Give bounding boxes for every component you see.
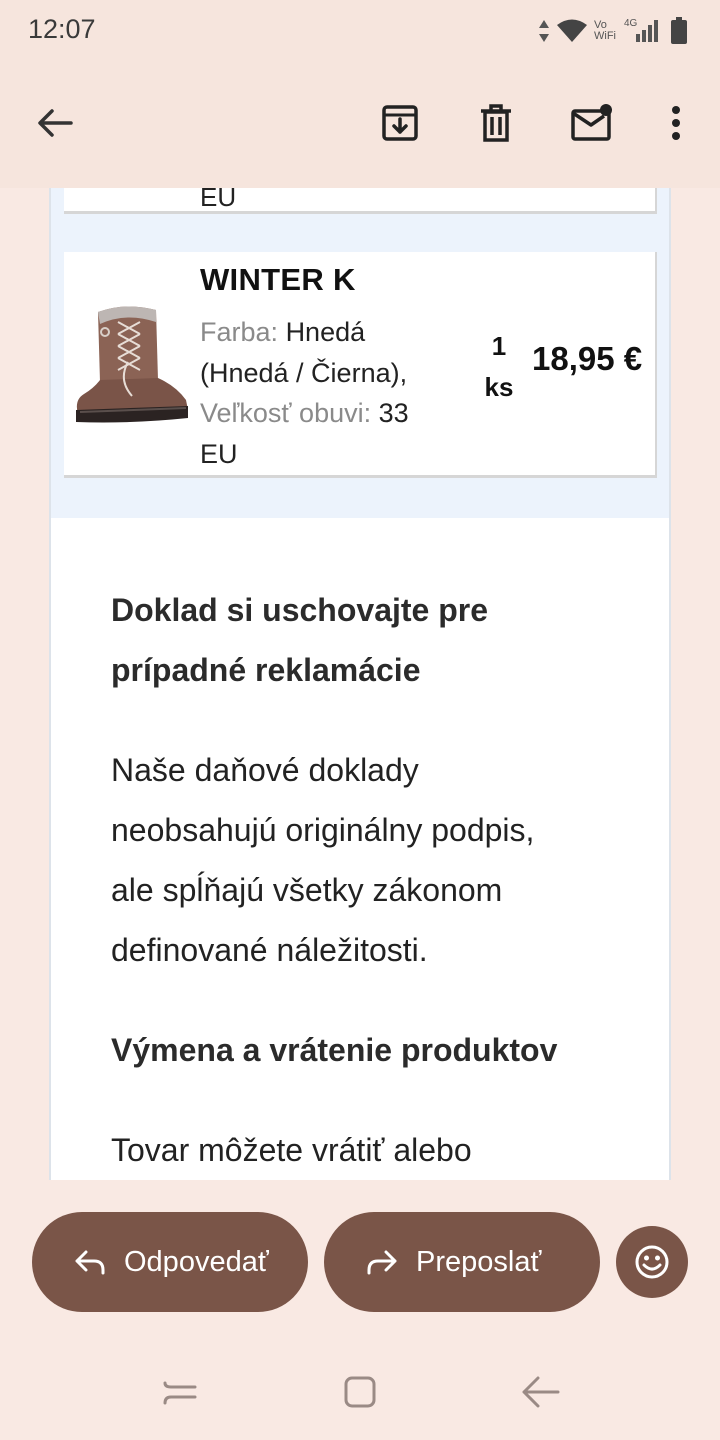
home-button[interactable] bbox=[338, 1370, 382, 1414]
vowifi-bottom-label: WiFi bbox=[594, 30, 616, 42]
emoji-reaction-icon bbox=[635, 1245, 669, 1279]
delete-button[interactable] bbox=[468, 95, 524, 151]
status-icons: Vo WiFi 4G bbox=[538, 14, 688, 48]
more-options-button[interactable] bbox=[648, 95, 704, 151]
product-attributes: Farba: Hnedá (Hnedá / Čierna), Veľkosť o… bbox=[200, 312, 450, 474]
forward-icon bbox=[367, 1250, 397, 1275]
keep-receipt-heading: Doklad si uschovajte pre prípadné reklam… bbox=[111, 592, 489, 688]
status-time: 12:07 bbox=[28, 14, 96, 44]
mark-unread-icon bbox=[571, 104, 612, 141]
product-price: 18,95 € bbox=[532, 340, 643, 377]
recent-apps-button[interactable] bbox=[158, 1370, 202, 1414]
email-body: EU WINTER K Farba: Hnedá (Hnedá / Čierna bbox=[49, 188, 671, 1180]
archive-button[interactable] bbox=[372, 95, 428, 151]
emoji-reaction-button[interactable] bbox=[616, 1226, 688, 1298]
forward-button[interactable]: Preposlať bbox=[324, 1212, 600, 1312]
4g-signal-icon: 4G bbox=[624, 18, 658, 44]
order-items-section: EU WINTER K Farba: Hnedá (Hnedá / Čierna bbox=[51, 188, 669, 518]
product-quantity: 1 ks bbox=[479, 326, 519, 408]
exchange-text: Tovar môžete vrátiť alebo bbox=[111, 1132, 472, 1168]
system-back-button[interactable] bbox=[518, 1370, 562, 1414]
mark-unread-button[interactable] bbox=[564, 95, 620, 151]
forward-label: Preposlať bbox=[416, 1245, 542, 1278]
recent-apps-icon bbox=[163, 1381, 197, 1405]
status-bar: 12:07 Vo WiFi 4G bbox=[0, 0, 720, 62]
previous-order-item: EU bbox=[64, 188, 657, 214]
more-vert-icon bbox=[672, 106, 680, 140]
shoe-size-label: Veľkosť obuvi: bbox=[200, 398, 372, 428]
wifi-icon bbox=[557, 19, 587, 42]
previous-item-size-tail: EU bbox=[200, 188, 237, 212]
product-image-boot bbox=[76, 306, 188, 423]
email-content-scroll[interactable]: EU WINTER K Farba: Hnedá (Hnedá / Čierna bbox=[16, 188, 704, 1180]
trash-icon bbox=[481, 104, 511, 142]
exchange-heading: Výmena a vrátenie produktov bbox=[111, 1032, 558, 1068]
data-arrows-icon bbox=[539, 20, 549, 42]
quantity-unit: ks bbox=[484, 372, 514, 402]
app-bar bbox=[0, 62, 720, 188]
keep-receipt-text: Naše daňové doklady neobsahujú origináln… bbox=[111, 752, 535, 968]
home-icon bbox=[344, 1376, 376, 1408]
back-button[interactable] bbox=[27, 95, 83, 151]
archive-icon bbox=[382, 105, 418, 141]
back-arrow-icon bbox=[38, 109, 73, 137]
color-label: Farba: bbox=[200, 317, 279, 347]
reply-label: Odpovedať bbox=[124, 1245, 269, 1278]
order-item-card: WINTER K Farba: Hnedá (Hnedá / Čierna), … bbox=[64, 252, 657, 478]
vowifi-icon: Vo WiFi bbox=[594, 20, 618, 42]
system-back-icon bbox=[522, 1376, 560, 1408]
reply-button[interactable]: Odpovedať bbox=[32, 1212, 308, 1312]
product-name: WINTER K bbox=[200, 262, 356, 297]
battery-icon bbox=[671, 17, 687, 44]
system-nav-bar bbox=[0, 1340, 720, 1440]
quantity-number: 1 bbox=[491, 331, 507, 361]
reply-icon bbox=[75, 1250, 105, 1275]
